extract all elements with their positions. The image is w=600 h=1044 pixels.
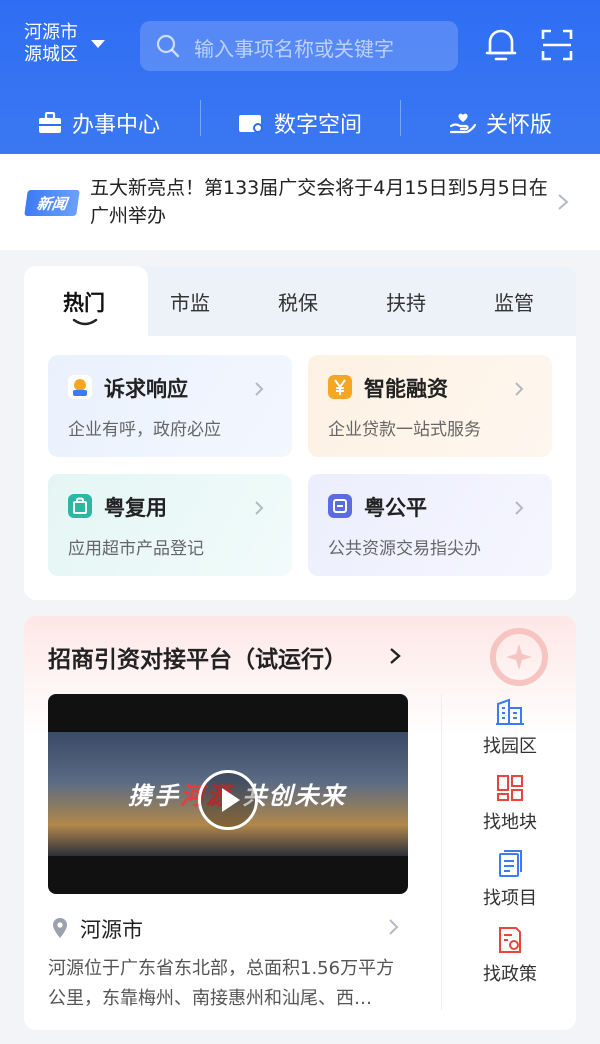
scan-icon[interactable] xyxy=(540,28,574,62)
chevron-right-icon[interactable] xyxy=(388,918,400,936)
news-tag: 新闻 xyxy=(24,190,80,216)
tab-label: 办事中心 xyxy=(72,113,161,138)
location-name[interactable]: 河源市 xyxy=(80,914,143,944)
divider xyxy=(441,694,442,1010)
tab-support[interactable]: 扶持 xyxy=(386,287,426,316)
caret-down-icon[interactable] xyxy=(91,40,105,48)
section-title[interactable]: 招商引资对接平台（试运行） xyxy=(48,640,347,674)
active-tab-indicator xyxy=(72,318,98,326)
service-yue-reuse[interactable]: 粤复用 应用超市产品登记 xyxy=(48,474,292,576)
service-title: 粤公平 xyxy=(364,496,427,520)
badge-icon xyxy=(328,494,352,518)
divider xyxy=(400,100,401,136)
chevron-right-icon xyxy=(515,382,524,396)
tab-tax-insurance[interactable]: 税保 xyxy=(278,287,318,316)
service-subtitle: 企业贷款一站式服务 xyxy=(328,420,481,440)
chevron-right-icon xyxy=(255,501,264,515)
quick-link-label: 找园区 xyxy=(483,736,537,757)
quick-link-label: 找地块 xyxy=(483,812,537,833)
tab-digital-space[interactable]: 数字空间 xyxy=(238,92,362,154)
service-title: 粤复用 xyxy=(104,496,167,520)
service-subtitle: 公共资源交易指尖办 xyxy=(328,539,481,559)
bell-icon[interactable] xyxy=(484,27,518,63)
folder-icon xyxy=(239,115,263,133)
service-yue-fair[interactable]: 粤公平 公共资源交易指尖办 xyxy=(308,474,552,576)
service-subtitle: 应用超市产品登记 xyxy=(68,539,204,559)
service-title: 诉求响应 xyxy=(104,377,188,401)
chevron-right-icon[interactable] xyxy=(556,192,570,212)
location-description: 河源位于广东省东北部，总面积1.56万平方公里，东靠梅州、南接惠州和汕尾、西… xyxy=(48,958,395,1009)
search-icon xyxy=(156,34,180,58)
tab-market-supervision[interactable]: 市监 xyxy=(170,287,210,316)
hand-heart-icon xyxy=(450,113,476,134)
search-placeholder: 输入事项名称或关键字 xyxy=(194,37,394,61)
quick-link-find-park[interactable]: 找园区 xyxy=(470,698,550,758)
shopping-bag-icon xyxy=(68,494,92,518)
service-subtitle: 企业有呼，政府必应 xyxy=(68,420,221,440)
chevron-right-icon[interactable] xyxy=(388,646,402,666)
tab-label: 关怀版 xyxy=(486,113,553,138)
briefcase-icon xyxy=(39,112,61,133)
promo-video[interactable]: 携手河源 共创未来 xyxy=(48,694,408,894)
news-headline[interactable]: 五大新亮点！第133届广交会将于4月15日到5月5日在广州举办 xyxy=(90,174,550,230)
search-input[interactable]: 输入事项名称或关键字 xyxy=(140,21,458,71)
location-pin-icon xyxy=(53,918,67,938)
document-list-icon xyxy=(499,850,522,877)
play-icon[interactable] xyxy=(222,788,240,812)
tab-service-center[interactable]: 办事中心 xyxy=(38,92,160,154)
tab-label: 数字空间 xyxy=(274,113,363,138)
chevron-right-icon xyxy=(255,382,264,396)
grid-icon xyxy=(497,775,523,801)
divider xyxy=(200,100,201,136)
quick-link-find-land[interactable]: 找地块 xyxy=(470,774,550,834)
tab-hot[interactable]: 热门 xyxy=(63,287,105,317)
service-appeal-response[interactable]: 诉求响应 企业有呼，政府必应 xyxy=(48,355,292,457)
decorative-star-icon xyxy=(490,628,548,686)
quick-link-find-project[interactable]: 找项目 xyxy=(470,850,550,910)
service-title: 智能融资 xyxy=(364,377,448,401)
yen-icon xyxy=(328,375,352,399)
quick-link-find-policy[interactable]: 找政策 xyxy=(470,926,550,986)
tab-regulation[interactable]: 监管 xyxy=(494,287,534,316)
building-icon xyxy=(496,698,524,725)
chevron-right-icon xyxy=(515,501,524,515)
quick-link-label: 找项目 xyxy=(483,888,537,909)
service-smart-financing[interactable]: 智能融资 企业贷款一站式服务 xyxy=(308,355,552,457)
tab-care-mode[interactable]: 关怀版 xyxy=(450,92,552,154)
policy-document-icon xyxy=(499,927,521,953)
sun-icon xyxy=(68,375,92,399)
quick-link-label: 找政策 xyxy=(483,964,537,985)
